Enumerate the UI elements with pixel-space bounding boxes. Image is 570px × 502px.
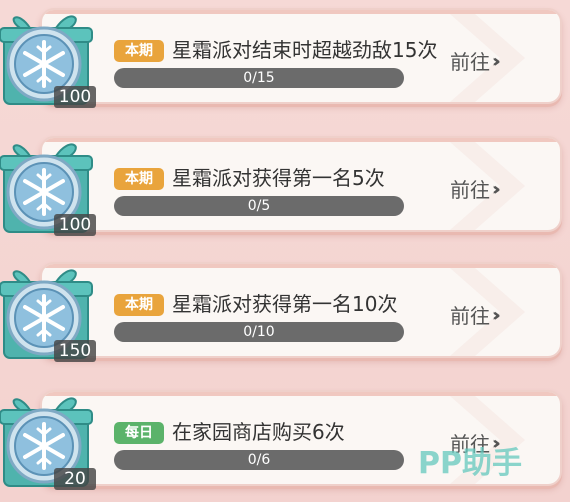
task-item: 100 本期 星霜派对结束时超越劲敌15次 0/15 前往 ›› xyxy=(0,0,570,112)
double-chevron-right-icon: ›› xyxy=(492,179,501,200)
progress-bar: 0/15 xyxy=(114,68,404,88)
go-button-label: 前往 xyxy=(450,50,490,74)
period-badge: 本期 xyxy=(114,294,164,316)
go-button-label: 前往 xyxy=(450,178,490,202)
progress-text: 0/15 xyxy=(243,70,275,86)
progress-bar: 0/5 xyxy=(114,196,404,216)
reward-count: 20 xyxy=(54,468,96,490)
go-button[interactable]: 前往 ›› xyxy=(450,172,501,208)
task-item: 100 本期 星霜派对获得第一名5次 0/5 前往 ›› xyxy=(0,128,570,240)
go-button[interactable]: 前往 ›› xyxy=(450,44,501,80)
go-button-label: 前往 xyxy=(450,304,490,328)
period-badge: 本期 xyxy=(114,168,164,190)
task-title: 星霜派对结束时超越劲敌15次 xyxy=(172,38,438,62)
task-item: 150 本期 星霜派对获得第一名10次 0/10 前往 ›› xyxy=(0,254,570,366)
watermark-logo: PP助手 xyxy=(418,446,522,481)
reward-count: 100 xyxy=(54,214,96,236)
go-button[interactable]: 前往 ›› xyxy=(450,298,501,334)
reward-count: 100 xyxy=(54,86,96,108)
period-badge: 本期 xyxy=(114,40,164,62)
progress-text: 0/10 xyxy=(243,324,275,340)
task-list: 100 本期 星霜派对结束时超越劲敌15次 0/15 前往 ›› 100 本期 … xyxy=(0,0,570,502)
daily-badge: 每日 xyxy=(114,422,164,444)
reward-count: 150 xyxy=(54,340,96,362)
progress-text: 0/5 xyxy=(247,198,271,214)
progress-bar: 0/6 xyxy=(114,450,404,470)
double-chevron-right-icon: ›› xyxy=(492,51,501,72)
task-title: 在家园商店购买6次 xyxy=(172,420,345,444)
task-title: 星霜派对获得第一名10次 xyxy=(172,292,398,316)
progress-bar: 0/10 xyxy=(114,322,404,342)
task-title: 星霜派对获得第一名5次 xyxy=(172,166,385,190)
double-chevron-right-icon: ›› xyxy=(492,305,501,326)
progress-text: 0/6 xyxy=(247,452,271,468)
